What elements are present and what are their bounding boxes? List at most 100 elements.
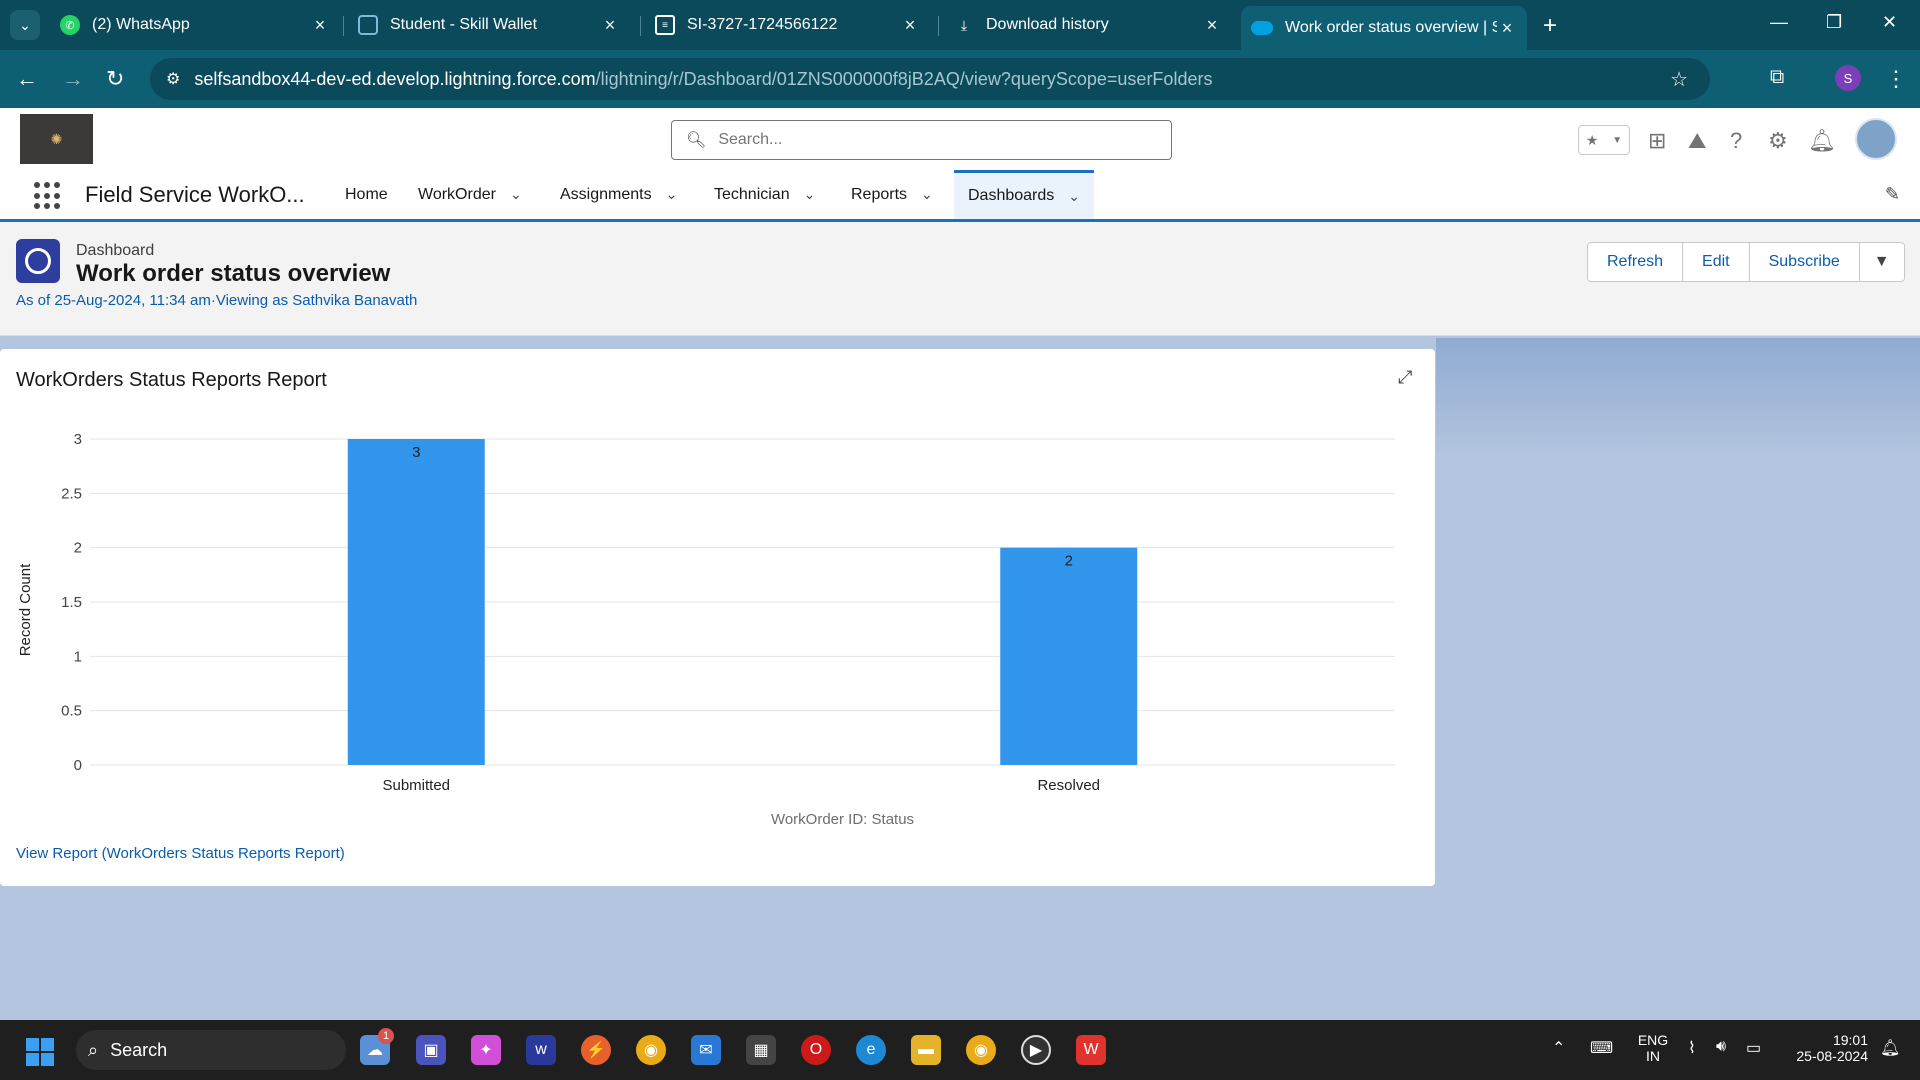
close-icon[interactable]: × bbox=[1497, 18, 1517, 39]
browser-menu-icon[interactable]: ⋮ bbox=[1885, 66, 1907, 92]
user-avatar[interactable] bbox=[1855, 118, 1897, 160]
chart-bar[interactable] bbox=[1000, 547, 1138, 765]
nav-item-home[interactable]: Home bbox=[345, 170, 388, 219]
y-tick-label: 0 bbox=[74, 757, 82, 774]
battery-icon[interactable]: ▭ bbox=[1746, 1038, 1761, 1058]
tab-separator bbox=[343, 16, 344, 36]
minimize-icon[interactable]: — bbox=[1770, 12, 1788, 33]
wps-office-icon[interactable]: W bbox=[1076, 1035, 1106, 1065]
setup-gear-icon[interactable]: ⚙ bbox=[1768, 128, 1788, 154]
taskbar-search[interactable]: ⌕ Search bbox=[76, 1030, 346, 1070]
favorites-button[interactable]: ★ ▼ bbox=[1578, 125, 1630, 155]
mail-icon[interactable]: ✉ bbox=[691, 1035, 721, 1065]
nav-item-dashboards[interactable]: Dashboards ⌄ bbox=[954, 170, 1095, 219]
chart-bar[interactable] bbox=[347, 439, 485, 765]
help-icon[interactable]: ? bbox=[1730, 128, 1742, 154]
nav-item-assignments[interactable]: Assignments ⌄ bbox=[560, 170, 677, 219]
extensions-icon[interactable]: ⧉ bbox=[1770, 66, 1784, 89]
close-icon[interactable]: × bbox=[310, 15, 330, 36]
chevron-down-icon[interactable]: ⌄ bbox=[666, 186, 678, 203]
language-indicator[interactable]: ENG IN bbox=[1635, 1032, 1671, 1064]
opera-icon[interactable]: O bbox=[801, 1035, 831, 1065]
chrome-profile-icon[interactable]: ◉ bbox=[966, 1035, 996, 1065]
dev-tool-icon[interactable]: ▦ bbox=[746, 1035, 776, 1065]
edge-icon[interactable]: e bbox=[856, 1035, 886, 1065]
chevron-down-icon[interactable]: ⌄ bbox=[921, 186, 933, 203]
expand-icon[interactable]: ⤢ bbox=[1398, 367, 1412, 388]
taskbar-search-label: Search bbox=[110, 1039, 168, 1060]
global-search-input[interactable]: 🔍︎ Search... bbox=[671, 120, 1172, 160]
nav-item-technician[interactable]: Technician ⌄ bbox=[714, 170, 815, 219]
copilot-icon[interactable]: ✦ bbox=[471, 1035, 501, 1065]
address-bar[interactable]: ⚙ selfsandbox44-dev-ed.develop.lightning… bbox=[150, 58, 1710, 100]
refresh-button[interactable]: Refresh bbox=[1588, 243, 1684, 281]
tab-label: (2) WhatsApp bbox=[92, 16, 190, 33]
edit-nav-pencil-icon[interactable]: ✎ bbox=[1885, 184, 1900, 205]
dashboard-actions: Refresh Edit Subscribe ▼ bbox=[1587, 242, 1905, 282]
app-launcher-icon[interactable] bbox=[34, 182, 62, 210]
browser-tab-whatsapp[interactable]: ✆ (2) WhatsApp × bbox=[50, 8, 340, 42]
chevron-down-icon[interactable]: ⌄ bbox=[510, 186, 522, 203]
subscribe-button[interactable]: Subscribe bbox=[1750, 243, 1860, 281]
app-orange-icon[interactable]: ⚡ bbox=[581, 1035, 611, 1065]
view-report-link[interactable]: View Report (WorkOrders Status Reports R… bbox=[16, 845, 345, 862]
back-arrow-icon[interactable]: ← bbox=[16, 66, 38, 92]
webex-icon[interactable]: w bbox=[526, 1035, 556, 1065]
volume-icon[interactable]: 🔊︎ bbox=[1716, 1038, 1726, 1056]
bookmark-star-icon[interactable]: ☆ bbox=[1670, 67, 1688, 92]
browser-tab-download-history[interactable]: ⤓ Download history × bbox=[944, 8, 1232, 42]
more-actions-button[interactable]: ▼ bbox=[1860, 243, 1904, 281]
y-tick-label: 1 bbox=[74, 648, 82, 665]
chrome-icon[interactable]: ◉ bbox=[636, 1035, 666, 1065]
close-icon[interactable]: × bbox=[900, 15, 920, 36]
windows-taskbar: ⌕ Search ☁ 1 ▣ ✦ w ⚡ ◉ ✉ ▦ O e ▬ ◉ ▶ W ⌃… bbox=[0, 1020, 1920, 1080]
chevron-down-icon: ⌄ bbox=[19, 16, 31, 33]
restore-icon[interactable]: ❐ bbox=[1826, 12, 1842, 33]
bar-chart: 0 0.5 1 1.5 2 2.5 3 3 Submitted 2 Resolved WorkOrde… bbox=[17, 431, 1395, 828]
profile-initial: S bbox=[1843, 70, 1853, 86]
clock[interactable]: 19:01 25-08-2024 bbox=[1778, 1032, 1868, 1064]
nav-item-label: Reports bbox=[851, 185, 908, 203]
forward-arrow-icon[interactable]: → bbox=[62, 66, 84, 92]
chevron-up-icon[interactable]: ⌃ bbox=[1552, 1038, 1565, 1058]
new-tab-icon[interactable]: + bbox=[1543, 12, 1557, 40]
nav-item-label: Dashboards bbox=[968, 187, 1055, 204]
keyboard-icon[interactable]: ⌨ bbox=[1590, 1038, 1613, 1058]
search-icon: 🔍︎ bbox=[686, 132, 707, 149]
edit-button[interactable]: Edit bbox=[1683, 243, 1750, 281]
browser-tab-skill-wallet[interactable]: Student - Skill Wallet × bbox=[348, 8, 630, 42]
nav-item-label: Assignments bbox=[560, 185, 652, 203]
wifi-icon[interactable]: ⌇ bbox=[1688, 1038, 1696, 1058]
nav-item-reports[interactable]: Reports ⌄ bbox=[851, 170, 933, 219]
caret-down-icon: ▼ bbox=[1612, 134, 1623, 146]
notification-bell-icon[interactable]: 🔔︎ bbox=[1880, 1038, 1900, 1058]
y-tick-label: 2 bbox=[74, 540, 82, 557]
document-icon: ≡ bbox=[655, 15, 675, 35]
browser-tab-work-order-dashboard[interactable]: Work order status overview | Sa × bbox=[1241, 6, 1527, 50]
chart-card-title: WorkOrders Status Reports Report bbox=[16, 369, 327, 391]
clock-time: 19:01 bbox=[1832, 1032, 1868, 1048]
nav-item-workorder[interactable]: WorkOrder ⌄ bbox=[418, 170, 522, 219]
file-explorer-icon[interactable]: ▬ bbox=[911, 1035, 941, 1065]
chevron-down-icon[interactable]: ⌄ bbox=[1068, 188, 1080, 205]
media-player-icon[interactable]: ▶ bbox=[1021, 1035, 1051, 1065]
global-actions-plus-icon[interactable]: ⊞ bbox=[1648, 128, 1666, 154]
tab-separator bbox=[938, 16, 939, 36]
close-icon[interactable]: × bbox=[1202, 15, 1222, 36]
windows-start-icon[interactable] bbox=[26, 1038, 54, 1066]
tab-search-button[interactable]: ⌄ bbox=[10, 10, 40, 40]
teams-icon[interactable]: ▣ bbox=[416, 1035, 446, 1065]
tab-label: Work order status overview | Sa bbox=[1285, 19, 1497, 36]
window-close-icon[interactable]: ✕ bbox=[1882, 12, 1897, 33]
chevron-down-icon[interactable]: ⌄ bbox=[804, 186, 816, 203]
org-logo[interactable]: ✺ bbox=[20, 114, 93, 164]
browser-tab-si-document[interactable]: ≡ SI-3727-1724566122 × bbox=[645, 8, 930, 42]
close-icon[interactable]: × bbox=[600, 15, 620, 36]
notifications-bell-icon[interactable]: 🔔︎ bbox=[1808, 128, 1836, 154]
browser-profile-avatar[interactable]: S bbox=[1835, 65, 1861, 91]
reload-icon[interactable]: ↻ bbox=[106, 66, 124, 92]
trailhead-icon[interactable]: ⛰ bbox=[1688, 128, 1706, 154]
nav-item-label: Home bbox=[345, 185, 388, 203]
bar-data-label: 2 bbox=[1065, 553, 1073, 570]
site-info-icon[interactable]: ⚙ bbox=[166, 69, 180, 89]
